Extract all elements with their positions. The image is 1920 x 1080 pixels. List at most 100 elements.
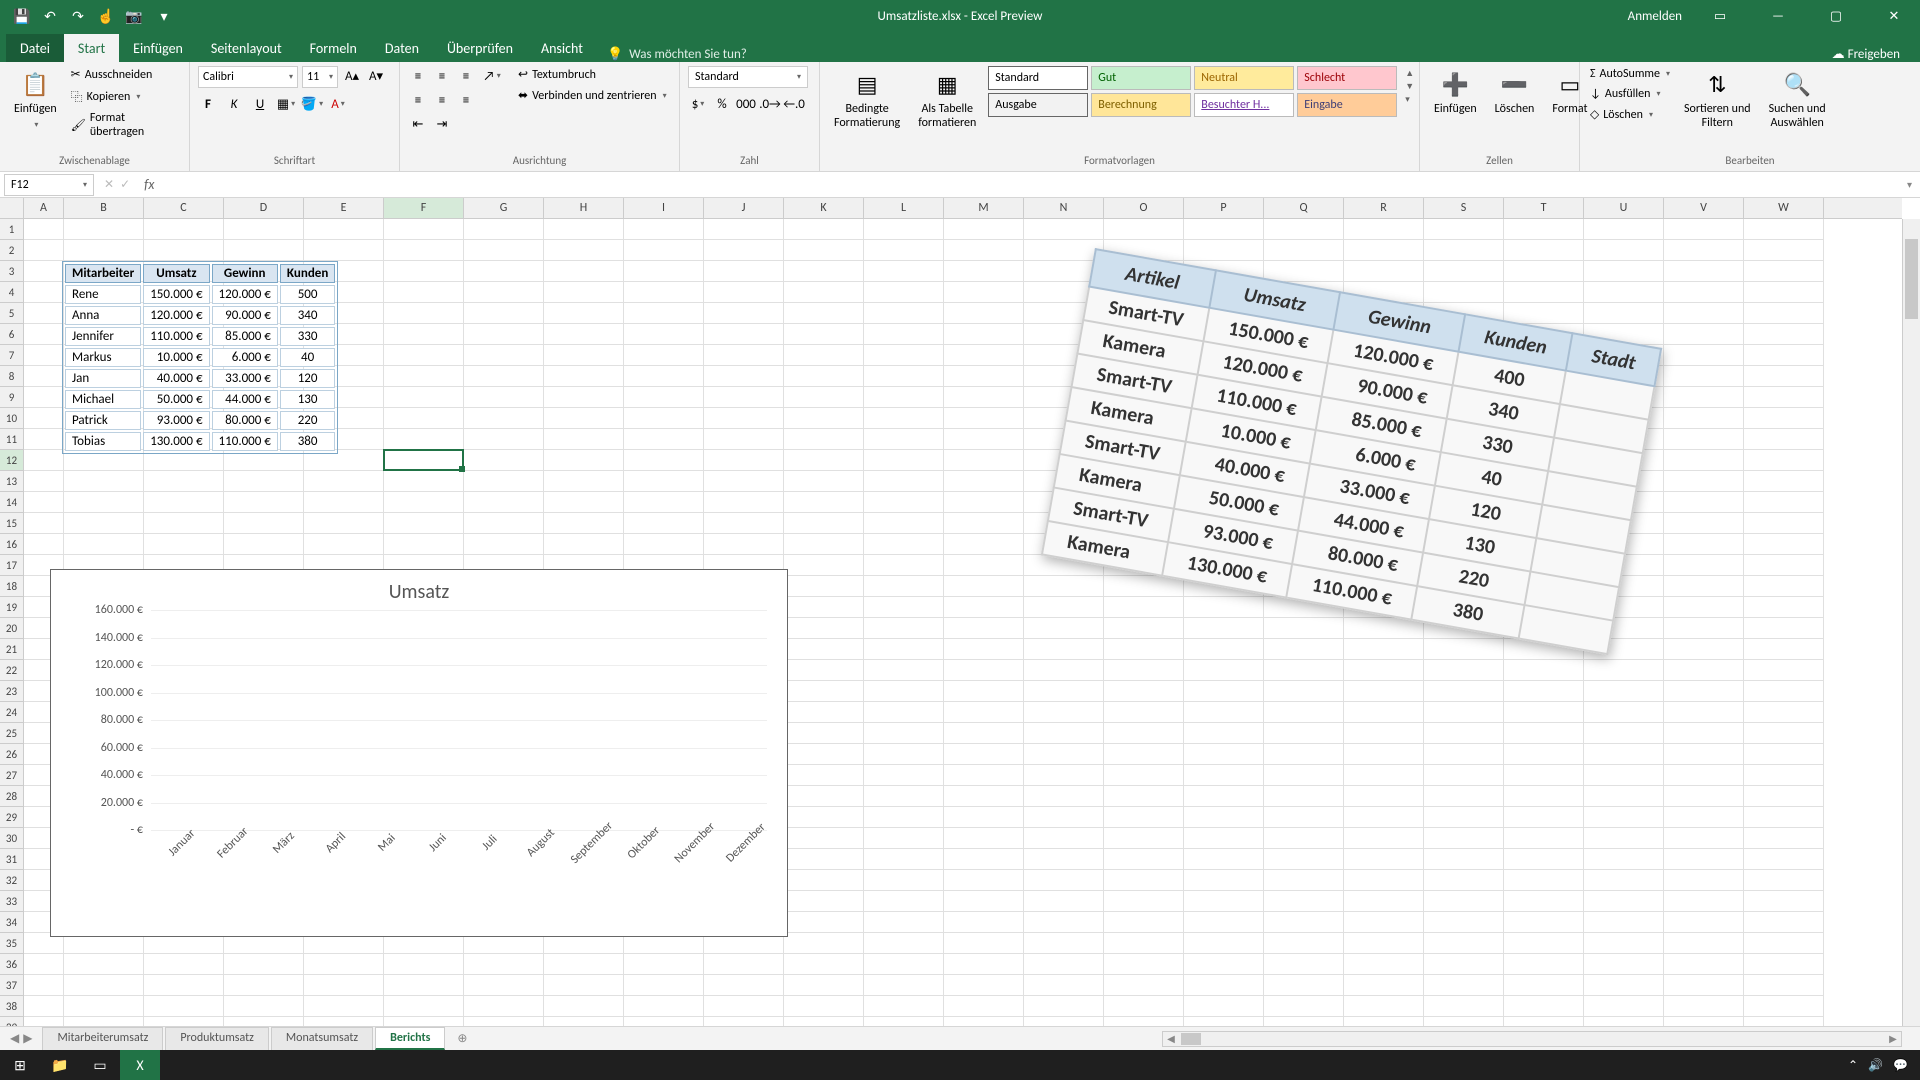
row-header-31[interactable]: 31 bbox=[0, 849, 23, 870]
row-header-37[interactable]: 37 bbox=[0, 975, 23, 996]
undo-icon[interactable]: ↶ bbox=[40, 6, 60, 26]
currency-icon[interactable]: $▾ bbox=[688, 94, 708, 114]
align-left-icon[interactable]: ≡ bbox=[408, 90, 428, 110]
ribbon-display-icon[interactable]: ▭ bbox=[1700, 0, 1740, 32]
font-color-icon[interactable]: A▾ bbox=[328, 94, 348, 114]
row-header-36[interactable]: 36 bbox=[0, 954, 23, 975]
align-middle-icon[interactable]: ≡ bbox=[432, 66, 452, 86]
tray-up-icon[interactable]: ⌃ bbox=[1848, 1058, 1858, 1073]
row-header-3[interactable]: 3 bbox=[0, 261, 23, 282]
signin-button[interactable]: Anmelden bbox=[1628, 9, 1682, 24]
sheet-nav-prev-icon[interactable]: ◀ bbox=[10, 1031, 19, 1046]
table-header[interactable]: Gewinn bbox=[212, 264, 278, 283]
decrease-decimal-icon[interactable]: ←.0 bbox=[784, 94, 804, 114]
cell-style-swatch[interactable]: Ausgabe bbox=[988, 93, 1088, 117]
col-header-N[interactable]: N bbox=[1024, 198, 1104, 218]
row-header-24[interactable]: 24 bbox=[0, 702, 23, 723]
col-header-G[interactable]: G bbox=[464, 198, 544, 218]
table-row[interactable]: Anna120.000 €90.000 €340 bbox=[65, 306, 335, 325]
col-header-T[interactable]: T bbox=[1504, 198, 1584, 218]
bold-button[interactable]: F bbox=[198, 94, 218, 114]
row-header-16[interactable]: 16 bbox=[0, 534, 23, 555]
increase-indent-icon[interactable]: ⇥ bbox=[432, 114, 452, 134]
align-right-icon[interactable]: ≡ bbox=[456, 90, 476, 110]
table-row[interactable]: Tobias130.000 €110.000 €380 bbox=[65, 432, 335, 451]
col-header-M[interactable]: M bbox=[944, 198, 1024, 218]
wrap-text-button[interactable]: ↩ Textumbruch bbox=[516, 66, 669, 83]
tab-einfuegen[interactable]: Einfügen bbox=[119, 34, 197, 62]
sort-filter-button[interactable]: ⇅Sortieren und Filtern bbox=[1678, 66, 1757, 134]
table-row[interactable]: Jan40.000 €33.000 €120 bbox=[65, 369, 335, 388]
percent-icon[interactable]: % bbox=[712, 94, 732, 114]
col-header-V[interactable]: V bbox=[1664, 198, 1744, 218]
excel-taskbar-icon[interactable]: X bbox=[120, 1050, 160, 1080]
col-header-S[interactable]: S bbox=[1424, 198, 1504, 218]
tab-formeln[interactable]: Formeln bbox=[296, 34, 371, 62]
qat-dropdown-icon[interactable]: ▾ bbox=[154, 6, 174, 26]
col-header-L[interactable]: L bbox=[864, 198, 944, 218]
hscroll-left-icon[interactable]: ◀ bbox=[1163, 1032, 1179, 1045]
fill-button[interactable]: ↓ Ausfüllen▾ bbox=[1588, 86, 1672, 102]
autosum-button[interactable]: Σ AutoSumme▾ bbox=[1588, 66, 1672, 82]
table-row[interactable]: Rene150.000 €120.000 €500 bbox=[65, 285, 335, 304]
sheet-tab[interactable]: Berichts bbox=[375, 1027, 445, 1050]
font-name-dropdown[interactable]: Calibri▾ bbox=[198, 66, 298, 88]
tab-ansicht[interactable]: Ansicht bbox=[527, 34, 597, 62]
row-header-25[interactable]: 25 bbox=[0, 723, 23, 744]
touch-mode-icon[interactable]: ☝ bbox=[96, 6, 116, 26]
row-header-21[interactable]: 21 bbox=[0, 639, 23, 660]
hscroll-right-icon[interactable]: ▶ bbox=[1885, 1032, 1901, 1045]
row-header-33[interactable]: 33 bbox=[0, 891, 23, 912]
format-as-table-button[interactable]: ▦Als Tabelle formatieren bbox=[912, 66, 982, 134]
share-button[interactable]: ☁ Freigeben bbox=[1832, 47, 1900, 62]
col-header-K[interactable]: K bbox=[784, 198, 864, 218]
row-header-23[interactable]: 23 bbox=[0, 681, 23, 702]
table-row[interactable]: Michael50.000 €44.000 €130 bbox=[65, 390, 335, 409]
table-row[interactable]: Jennifer110.000 €85.000 €330 bbox=[65, 327, 335, 346]
tab-daten[interactable]: Daten bbox=[371, 34, 433, 62]
align-bottom-icon[interactable]: ≡ bbox=[456, 66, 476, 86]
redo-icon[interactable]: ↷ bbox=[68, 6, 88, 26]
select-all-corner[interactable] bbox=[0, 198, 24, 219]
underline-button[interactable]: U bbox=[250, 94, 270, 114]
row-header-38[interactable]: 38 bbox=[0, 996, 23, 1017]
col-header-D[interactable]: D bbox=[224, 198, 304, 218]
row-header-32[interactable]: 32 bbox=[0, 870, 23, 891]
table-header[interactable]: Umsatz bbox=[143, 264, 209, 283]
col-header-Q[interactable]: Q bbox=[1264, 198, 1344, 218]
row-header-11[interactable]: 11 bbox=[0, 429, 23, 450]
border-icon[interactable]: ▦▾ bbox=[276, 94, 296, 114]
conditional-formatting-button[interactable]: ▤Bedingte Formatierung bbox=[828, 66, 906, 134]
col-header-F[interactable]: F bbox=[384, 198, 464, 218]
row-header-1[interactable]: 1 bbox=[0, 219, 23, 240]
sheet-nav-next-icon[interactable]: ▶ bbox=[23, 1031, 32, 1046]
row-header-29[interactable]: 29 bbox=[0, 807, 23, 828]
merge-center-button[interactable]: ⬌ Verbinden und zentrieren▾ bbox=[516, 87, 669, 104]
vertical-scrollbar[interactable] bbox=[1902, 219, 1920, 1026]
cell-style-swatch[interactable]: Besuchter H... bbox=[1194, 93, 1294, 117]
camera-icon[interactable]: 📷 bbox=[124, 6, 144, 26]
cell-style-swatch[interactable]: Gut bbox=[1091, 66, 1191, 90]
column-headers[interactable]: ABCDEFGHIJKLMNOPQRSTUVW bbox=[24, 198, 1902, 219]
cell-styles-gallery[interactable]: StandardGutNeutralSchlechtAusgabeBerechn… bbox=[988, 66, 1397, 117]
fill-color-icon[interactable]: 🪣▾ bbox=[302, 94, 322, 114]
fx-icon[interactable]: fx bbox=[136, 176, 162, 193]
col-header-U[interactable]: U bbox=[1584, 198, 1664, 218]
row-header-39[interactable]: 39 bbox=[0, 1017, 23, 1026]
row-header-17[interactable]: 17 bbox=[0, 555, 23, 576]
find-select-button[interactable]: 🔍Suchen und Auswählen bbox=[1763, 66, 1832, 134]
cell-style-swatch[interactable]: Neutral bbox=[1194, 66, 1294, 90]
comma-icon[interactable]: 000 bbox=[736, 94, 756, 114]
sheet-tab[interactable]: Produktumsatz bbox=[165, 1027, 269, 1050]
row-header-35[interactable]: 35 bbox=[0, 933, 23, 954]
hscroll-thumb[interactable] bbox=[1181, 1033, 1201, 1045]
col-header-J[interactable]: J bbox=[704, 198, 784, 218]
row-headers[interactable]: 1234567891011121314151617181920212223242… bbox=[0, 219, 24, 1026]
col-header-I[interactable]: I bbox=[624, 198, 704, 218]
row-header-9[interactable]: 9 bbox=[0, 387, 23, 408]
row-header-14[interactable]: 14 bbox=[0, 492, 23, 513]
cell-style-swatch[interactable]: Standard bbox=[988, 66, 1088, 90]
col-header-E[interactable]: E bbox=[304, 198, 384, 218]
tray-action-center-icon[interactable]: 💬 bbox=[1893, 1058, 1908, 1073]
employee-table[interactable]: MitarbeiterUmsatzGewinnKundenRene150.000… bbox=[62, 261, 338, 454]
